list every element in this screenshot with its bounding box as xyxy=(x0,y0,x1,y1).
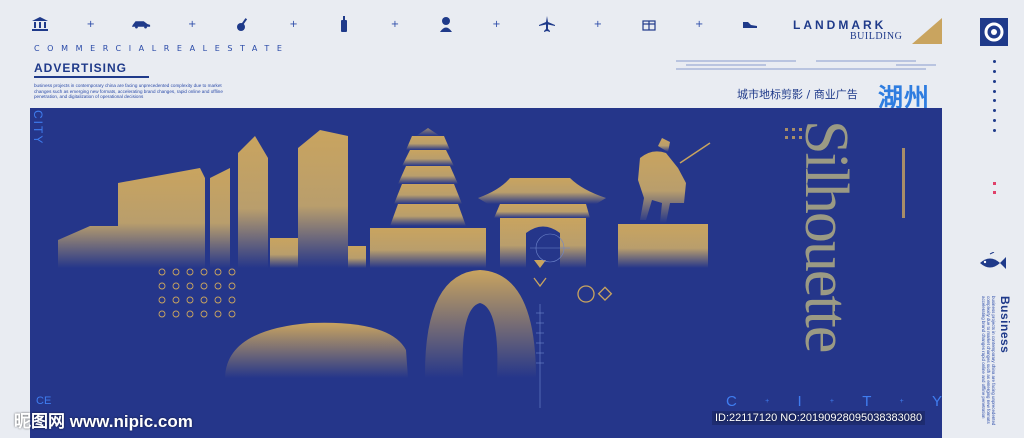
top-icon-strip: + + + + + + + xyxy=(30,14,760,34)
vertical-dot-column xyxy=(991,60,997,132)
plus-icon: + xyxy=(899,398,904,405)
business-vertical-label: Business xyxy=(998,296,1012,354)
gate-tower-silhouette xyxy=(478,178,606,268)
bank-icon xyxy=(30,15,50,33)
silhouette-vertical-word: Silhouette xyxy=(792,120,860,352)
skyscraper-cluster xyxy=(58,130,366,268)
landmark-heading: LANDMARK xyxy=(793,18,887,32)
plus-icon: + xyxy=(829,398,834,405)
ring-hotel-silhouette xyxy=(424,270,536,378)
pink-dot-pair xyxy=(993,182,997,194)
building-subheading: BUILDING xyxy=(850,31,903,42)
pagoda-silhouette xyxy=(370,113,486,268)
city-letter: C xyxy=(726,393,737,410)
plus-icon: + xyxy=(187,18,197,30)
advertising-title: ADVERTISING xyxy=(34,61,128,75)
plus-icon: + xyxy=(765,398,770,405)
plus-icon: + xyxy=(289,18,298,30)
geometric-ornaments xyxy=(533,277,613,303)
gold-triangle-ornament xyxy=(912,18,942,44)
city-letter: I xyxy=(797,393,802,410)
plus-icon: + xyxy=(86,18,95,30)
decorative-dash-lines xyxy=(676,60,936,70)
car-icon xyxy=(131,15,151,33)
gift-icon xyxy=(639,15,659,33)
target-circle-icon xyxy=(980,18,1008,46)
nipic-watermark: 昵图网 www.nipic.com xyxy=(14,407,193,432)
airplane-icon xyxy=(537,15,557,33)
advertising-body-text: business projects in contemporary china … xyxy=(34,83,223,100)
sneaker-icon xyxy=(740,15,760,33)
fish-icon xyxy=(980,252,1006,269)
city-vertical-label: CITY xyxy=(31,110,45,146)
portrait-icon xyxy=(436,15,456,33)
chinese-subtitle: 城市地标剪影 / 商业广告 xyxy=(737,88,858,101)
dot-grid-decoration xyxy=(158,268,236,318)
gold-triangle-small xyxy=(534,260,546,268)
nipic-logo-text: 昵图网 xyxy=(14,412,65,432)
arena-dome-silhouette xyxy=(225,322,408,378)
commercial-real-estate-caption: COMMERCIALREALESTATE xyxy=(34,44,290,53)
nipic-site-url: www.nipic.com xyxy=(69,412,193,431)
business-body-text: business projects in contemporary china … xyxy=(981,296,996,426)
plus-icon: + xyxy=(492,18,501,30)
plus-icon: + xyxy=(593,18,603,30)
guitar-icon xyxy=(233,15,253,33)
equestrian-statue-silhouette xyxy=(618,138,711,268)
plus-icon: + xyxy=(695,18,704,30)
advertising-underline xyxy=(34,76,149,78)
bottle-icon xyxy=(334,15,354,33)
watermark-id-text: ID:22117120 NO:20190928095038383080 xyxy=(712,411,926,425)
ce-fragment-text: CE xyxy=(36,395,52,407)
city-letter: Y xyxy=(931,393,942,410)
city-letter: T xyxy=(862,393,872,410)
plus-icon: + xyxy=(390,18,400,30)
city-spaced-letters: C + I + T + Y xyxy=(726,393,942,410)
